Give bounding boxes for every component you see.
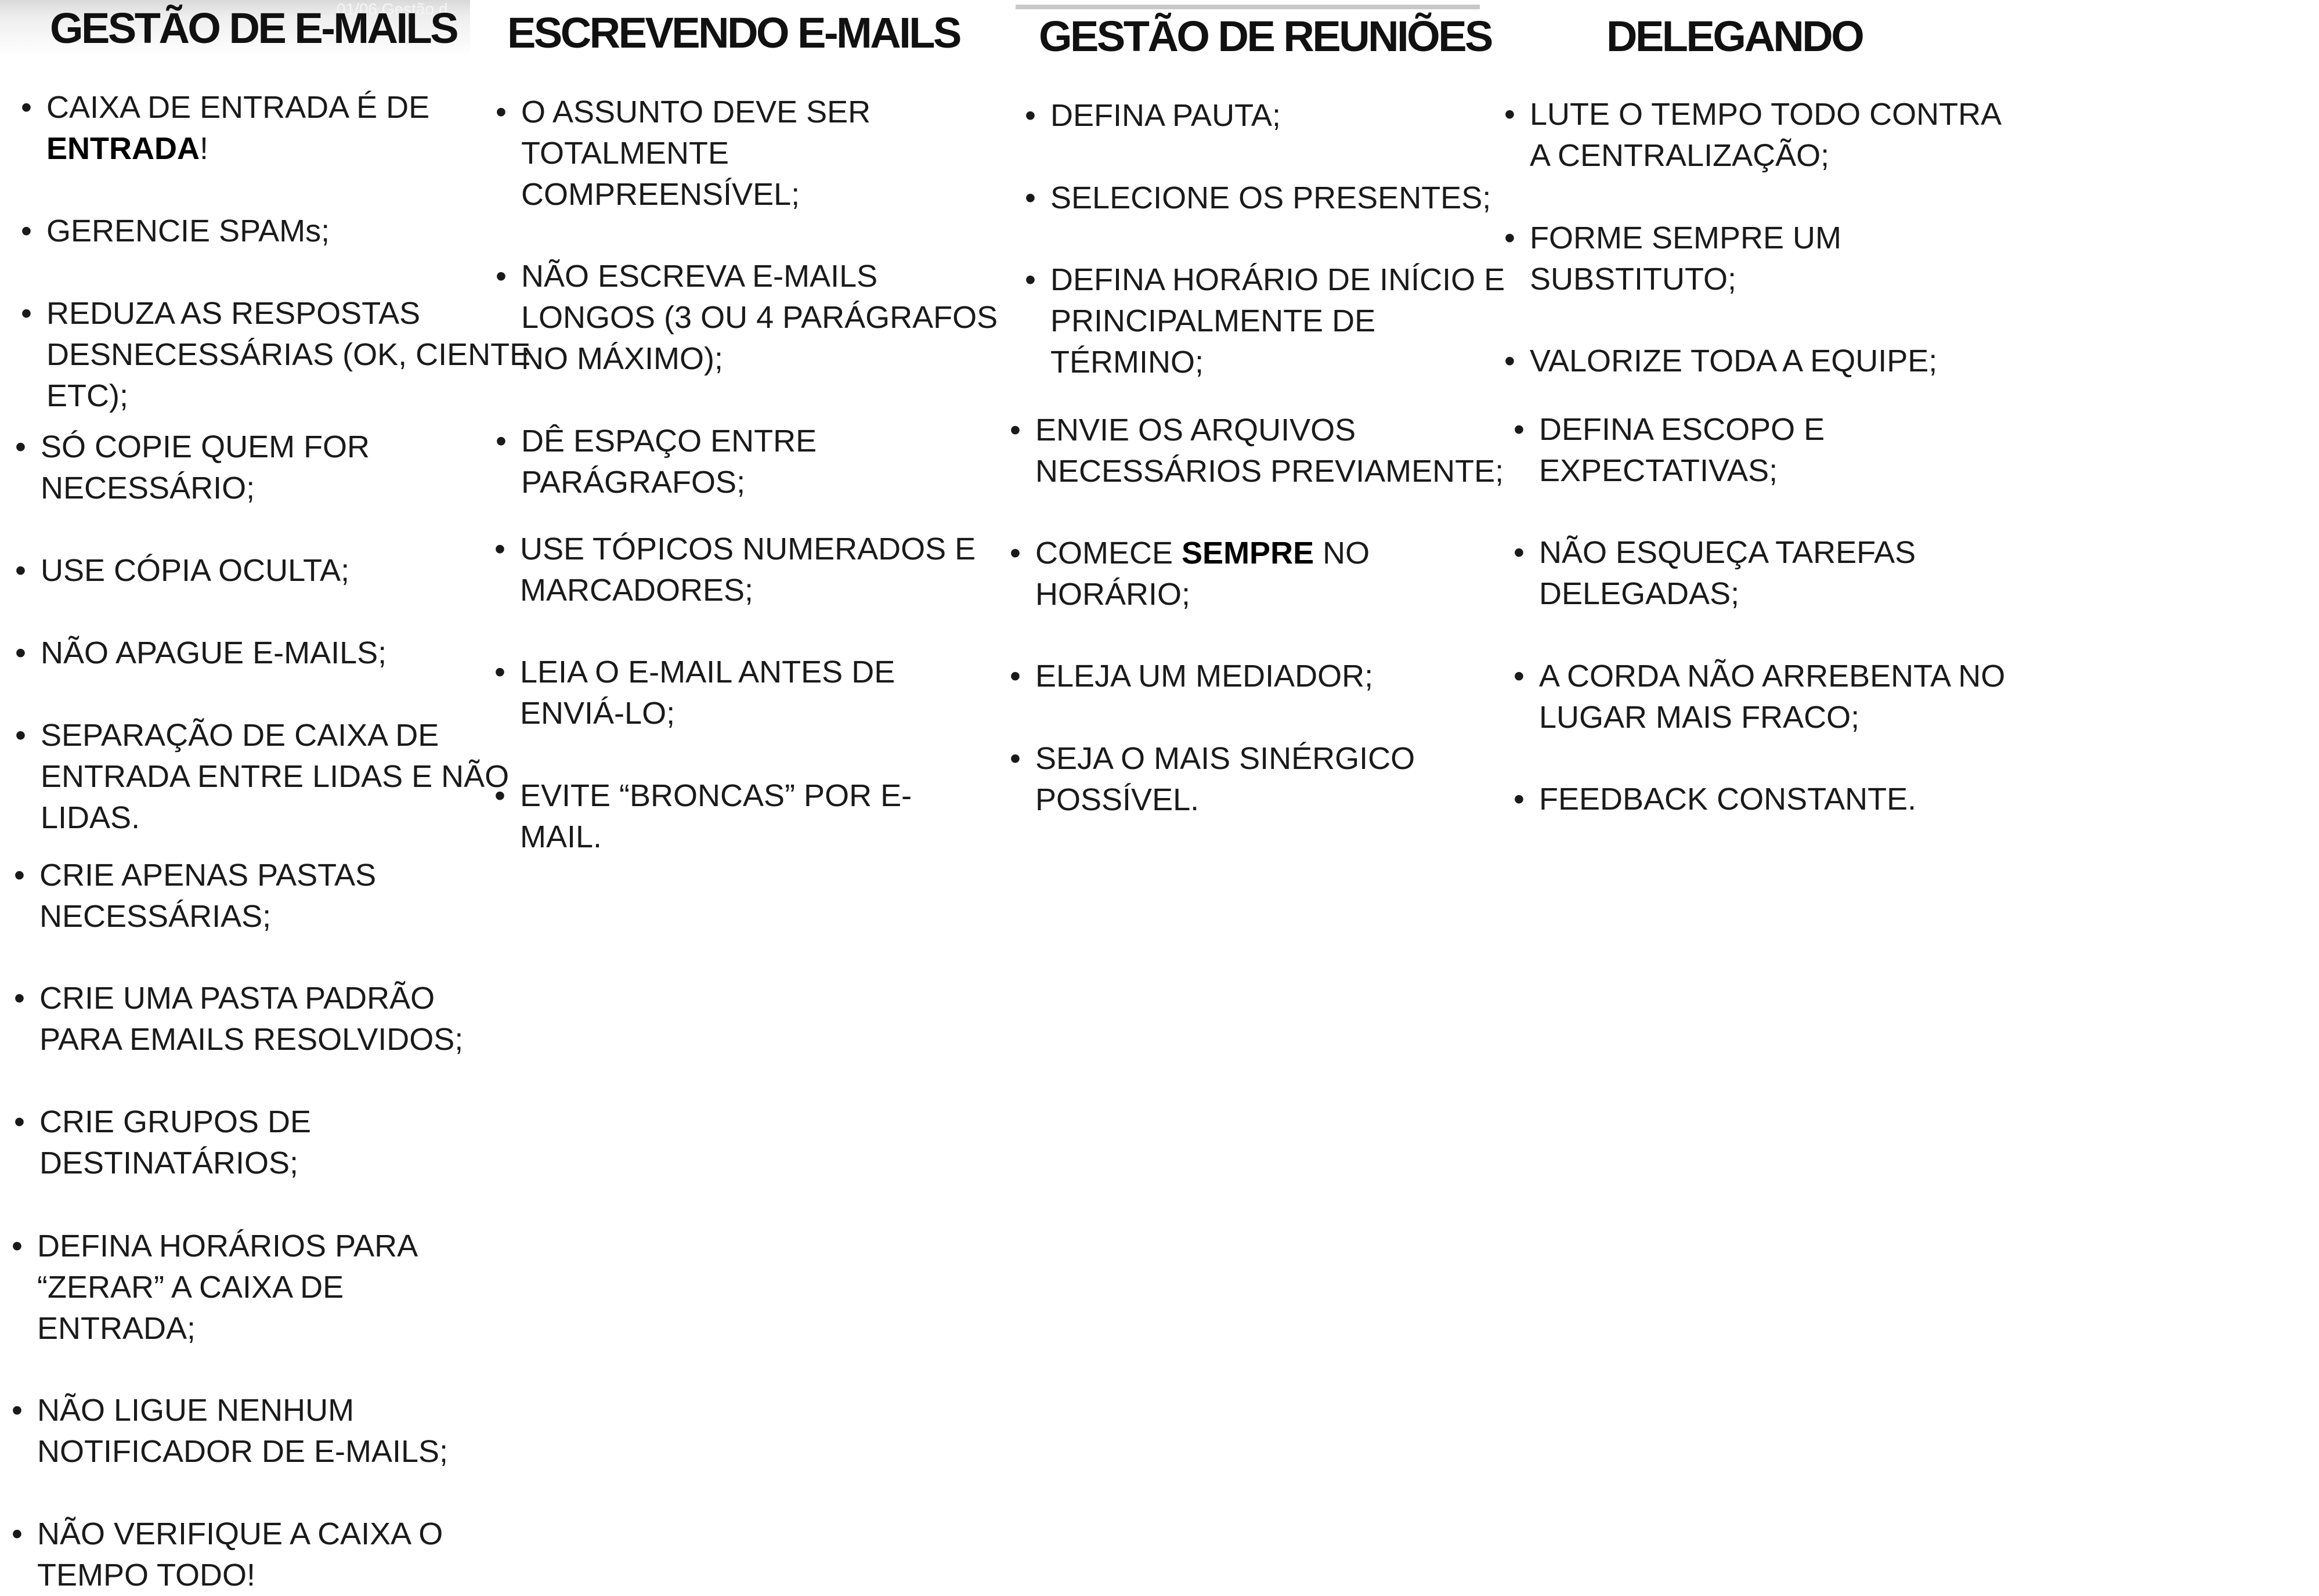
list-item: FEEDBACK CONSTANTE. [1514, 779, 1916, 820]
list-item: SEJA O MAIS SINÉRGICOPOSSÍVEL. [1010, 738, 1415, 821]
list-item: USE CÓPIA OCULTA; [15, 550, 349, 591]
list-item: FORME SEMPRE UMSUBSTITUTO; [1504, 218, 1841, 300]
list-item: VALORIZE TODA A EQUIPE; [1504, 341, 1937, 382]
list-item: A CORDA NÃO ARREBENTA NOLUGAR MAIS FRACO… [1514, 656, 2005, 738]
column-title: GESTÃO DE REUNIÕES [1039, 12, 1493, 60]
column-title: GESTÃO DE E-MAILS [50, 4, 459, 52]
list-item: ELEJA UM MEDIADOR; [1010, 656, 1373, 697]
list-item: LUTE O TEMPO TODO CONTRAA CENTRALIZAÇÃO; [1504, 94, 2002, 176]
list-item: DEFINA HORÁRIO DE INÍCIO EPRINCIPALMENTE… [1025, 259, 1505, 383]
list-item: GERENCIE SPAMs; [21, 211, 330, 252]
list-item: SEPARAÇÃO DE CAIXA DEENTRADA ENTRE LIDAS… [15, 715, 509, 839]
list-item: O ASSUNTO DEVE SERTOTALMENTECOMPREENSÍVE… [496, 92, 870, 215]
list-item: NÃO ESCREVA E-MAILSLONGOS (3 OU 4 PARÁGR… [496, 256, 998, 380]
list-item: CRIE GRUPOS DEDESTINATÁRIOS; [14, 1102, 311, 1184]
list-item: DEFINA PAUTA; [1025, 95, 1281, 136]
list-item: REDUZA AS RESPOSTASDESNECESSÁRIAS (OK, C… [21, 293, 530, 417]
header-bar-col3 [1016, 5, 1480, 9]
list-item: SELECIONE OS PRESENTES; [1025, 178, 1491, 219]
list-item: ENVIE OS ARQUIVOSNECESSÁRIOS PREVIAMENTE… [1010, 410, 1504, 492]
list-item: NÃO APAGUE E-MAILS; [15, 633, 386, 674]
list-item: USE TÓPICOS NUMERADOS EMARCADORES; [494, 529, 976, 611]
list-item: NÃO LIGUE NENHUMNOTIFICADOR DE E-MAILS; [12, 1390, 448, 1472]
list-item: CAIXA DE ENTRADA É DE ENTRADA! [21, 87, 429, 169]
list-item: NÃO ESQUEÇA TAREFASDELEGADAS; [1514, 532, 1916, 615]
column-title: ESCREVENDO E-MAILS [507, 9, 962, 57]
list-item: COMECE SEMPRE NOHORÁRIO; [1010, 533, 1370, 615]
list-item: CRIE UMA PASTA PADRÃOPARA EMAILS RESOLVI… [14, 978, 463, 1060]
list-item: EVITE “BRONCAS” POR E-MAIL. [494, 775, 912, 858]
list-item: NÃO VERIFIQUE A CAIXA OTEMPO TODO! [12, 1514, 443, 1596]
list-item: LEIA O E-MAIL ANTES DEENVIÁ-LO; [494, 652, 895, 734]
column-title: DELEGANDO [1606, 12, 1865, 60]
list-item: DEFINA ESCOPO EEXPECTATIVAS; [1514, 409, 1825, 492]
list-item: CRIE APENAS PASTASNECESSÁRIAS; [14, 855, 376, 937]
list-item: DEFINA HORÁRIOS PARA“ZERAR” A CAIXA DEEN… [12, 1226, 418, 1349]
list-item: DÊ ESPAÇO ENTREPARÁGRAFOS; [496, 421, 817, 503]
list-item: SÓ COPIE QUEM FORNECESSÁRIO; [15, 427, 370, 509]
